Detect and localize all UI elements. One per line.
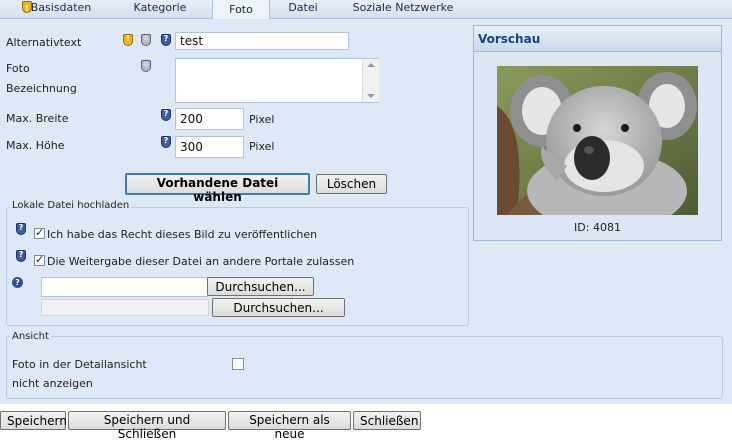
file-path-input-disabled	[41, 299, 209, 316]
rights-label: Ich habe das Recht dieses Bild zu veröff…	[47, 228, 318, 241]
max-width-unit: Pixel	[249, 113, 275, 126]
preview-box: Vorschau ID: 4081	[473, 25, 722, 241]
tab-bar: ! Basisdaten Kategorie Foto Datei Sozial…	[0, 0, 732, 19]
textarea-scrollbar[interactable]	[362, 59, 379, 102]
language-shield-icon: ☼	[141, 34, 151, 46]
tab-label: Soziale Netzwerke	[352, 1, 454, 14]
scroll-up-icon[interactable]	[367, 63, 375, 67]
view-group-title: Ansicht	[10, 331, 51, 342]
koala-photo	[497, 66, 698, 215]
hide-detail-label-line2: nicht anzeigen	[12, 377, 93, 390]
preview-image-id: ID: 4081	[574, 221, 621, 234]
tab-foto[interactable]: Foto	[212, 0, 270, 19]
max-height-input[interactable]	[175, 136, 244, 158]
tab-label: Foto	[229, 3, 253, 16]
required-shield-icon: !	[123, 34, 133, 46]
help-shield-icon[interactable]: ?	[16, 223, 26, 235]
language-shield-icon: ☼	[141, 60, 151, 72]
share-checkbox[interactable]	[34, 253, 45, 266]
alt-text-label: Alternativtext	[6, 36, 82, 49]
max-height-label: Max. Höhe	[6, 139, 65, 152]
alt-text-input[interactable]	[175, 32, 349, 50]
tab-datei[interactable]: Datei	[270, 0, 336, 17]
max-height-unit: Pixel	[249, 140, 275, 153]
help-pointer-icon[interactable]: ?	[12, 277, 23, 288]
delete-button[interactable]: Löschen	[316, 174, 387, 194]
tab-label: Datei	[288, 1, 318, 14]
tab-basisdaten[interactable]: ! Basisdaten	[0, 0, 106, 17]
close-button[interactable]: Schließen	[353, 411, 421, 430]
save-as-new-button[interactable]: Speichern als neue	[228, 411, 351, 441]
save-button[interactable]: Speichern	[0, 411, 67, 430]
shield-warning-icon: !	[22, 1, 32, 13]
help-shield-icon[interactable]: ?	[161, 109, 171, 121]
choose-existing-file-button[interactable]: Vorhandene Datei wählen	[125, 173, 310, 204]
browse-button-secondary[interactable]: Durchsuchen...	[212, 298, 345, 317]
hide-detail-checkbox[interactable]	[232, 358, 244, 370]
max-width-input[interactable]	[175, 108, 244, 130]
rights-checkbox[interactable]	[34, 226, 45, 239]
tab-soziale-netzwerke[interactable]: Soziale Netzwerke	[338, 0, 468, 17]
foto-panel: Alternativtext ! ☼ ? Foto Bezeichnung ☼ …	[0, 19, 732, 404]
browse-button[interactable]: Durchsuchen...	[207, 277, 314, 296]
preview-title: Vorschau	[474, 26, 721, 52]
tab-label: Basisdaten	[30, 1, 92, 14]
help-shield-icon[interactable]: ?	[161, 136, 171, 148]
scroll-down-icon[interactable]	[367, 94, 375, 98]
help-shield-icon[interactable]: ?	[161, 34, 171, 46]
description-label-line1: Foto	[6, 62, 30, 75]
description-textarea[interactable]	[175, 58, 379, 103]
hide-detail-label-line1: Foto in der Detailansicht	[12, 358, 147, 371]
tab-label: Kategorie	[133, 1, 187, 14]
description-label-line2: Bezeichnung	[6, 82, 77, 95]
file-path-input[interactable]	[41, 277, 208, 297]
share-label: Die Weitergabe dieser Datei an andere Po…	[47, 255, 355, 268]
help-shield-icon[interactable]: ?	[16, 250, 26, 262]
max-width-label: Max. Breite	[6, 112, 69, 125]
tab-kategorie[interactable]: Kategorie	[107, 0, 213, 17]
save-and-close-button[interactable]: Speichern und Schließen	[68, 411, 226, 441]
upload-group-title: Lokale Datei hochladen	[10, 200, 132, 211]
